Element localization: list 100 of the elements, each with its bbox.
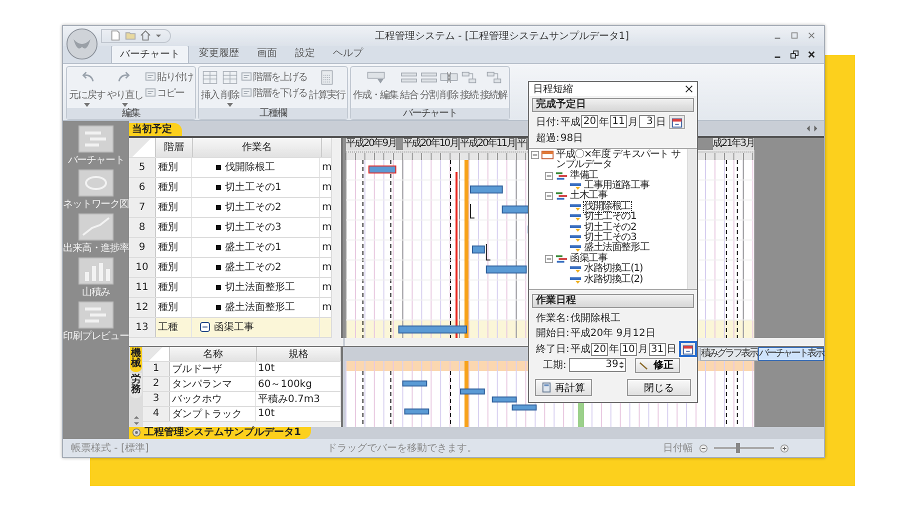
ribbon-button[interactable]: 削除 [220,68,240,107]
task-bar[interactable] [368,165,396,174]
task-bar[interactable] [398,325,467,334]
vertical-scrollbar[interactable] [687,148,697,289]
ribbon-button[interactable]: コピー [144,86,194,100]
year-field[interactable]: 20 [591,342,608,356]
zoom-in-icon[interactable] [780,444,789,453]
task-row[interactable]: 6 種別 切土工その1 m [129,178,331,198]
collapse-icon[interactable] [545,254,553,263]
side-tab[interactable]: 労務 [130,372,142,398]
year-field[interactable]: 20 [581,115,598,128]
ribbon-button[interactable]: 挿入 [200,68,220,107]
day-field[interactable]: 3 [638,115,655,128]
collapse-icon[interactable] [531,150,539,159]
tree-item[interactable]: 水路切換工(2) [584,274,643,285]
slider-thumb[interactable] [736,443,740,454]
recalculate-button[interactable]: 再計算 [535,379,592,396]
close-button[interactable]: 閉じる [627,379,691,396]
app-orb-icon[interactable] [66,28,98,60]
row-number: 3 [143,392,170,406]
ribbon-button[interactable]: 分割 [419,68,439,107]
column-header[interactable]: 規格 [257,346,341,361]
ribbon-button[interactable]: 階層を上げる [240,70,308,84]
day-field[interactable]: 31 [648,342,666,356]
document-tab[interactable]: 工程管理システムサンプルデータ1 [129,426,311,439]
table-cell: m [322,262,332,273]
sheet-tab[interactable]: 当初予定 [129,122,182,136]
task-row[interactable]: 13 工種 函渠工事 [129,318,331,338]
table-cell: タンパランマ [170,376,256,391]
month-field[interactable]: 10 [620,342,637,356]
home-icon[interactable] [140,30,151,42]
up-down-arrows-icon[interactable] [132,414,140,427]
calendar-button[interactable] [668,114,685,129]
close-icon[interactable] [685,85,693,93]
table-cell: m [322,222,332,233]
table-cell: ダンプトラック [170,406,256,421]
tree-item[interactable]: 平成〇×年度 デキスパート サンプルデータ [556,150,687,171]
ribbon-button[interactable]: やり直し [106,68,144,107]
square-bullet-icon [216,284,221,290]
ribbon-button[interactable]: 貼り付け [144,70,194,84]
new-file-icon[interactable] [110,30,121,42]
scroll-arrows-icon[interactable] [806,125,818,132]
task-row[interactable]: 12 種別 盛土法面整形工 m [129,298,331,318]
month-field[interactable]: 11 [610,115,627,128]
task-bar[interactable] [486,265,527,274]
task-bar-icon [569,212,582,222]
tree-item[interactable]: 水路切換工(1) [584,264,643,275]
window-title: 工程管理システム - [工程管理システムサンプルデータ1] [374,30,630,43]
task-row[interactable]: 11 種別 切土法面整形工 m [129,278,331,298]
collapse-icon[interactable] [545,172,553,180]
tree-item[interactable]: 土木工事 [570,191,608,202]
horizontal-scrollbar[interactable] [143,422,341,427]
fix-button[interactable]: 修正 [635,358,680,373]
table-cell-text: 切土工その1 [225,180,282,194]
table-cell: 種別 [156,198,192,217]
task-row[interactable]: 8 種別 切土工その3 m [129,218,331,238]
dropdown-icon[interactable] [155,32,162,40]
close-icon[interactable] [807,50,816,59]
task-row[interactable]: 9 種別 盛土工その1 m [129,238,331,258]
table-cell: 種別 [156,298,192,317]
collapse-icon[interactable] [200,322,210,332]
menu-tab[interactable]: 画面 [249,44,285,63]
task-row[interactable]: 10 種別 盛土工その2 m [129,258,331,278]
zoom-out-icon[interactable] [699,444,708,453]
task-row[interactable]: 7 種別 切土工その2 m [129,198,331,218]
menu-tab[interactable]: ヘルプ [325,44,371,63]
view-toggle-button[interactable]: 積みグラフ表示 [700,346,758,361]
table-cell: 種別 [156,238,192,257]
column-header[interactable]: 階層 [156,138,193,157]
spinner-icon[interactable] [619,360,624,370]
side-tab[interactable]: 機械 [130,346,142,372]
restore-icon[interactable] [790,50,799,59]
tree-item[interactable]: 函渠工事 [570,254,608,264]
tree-item[interactable]: 切土工その1 [584,212,636,223]
column-header[interactable]: 作業名 [193,138,322,157]
menu-tab[interactable]: 変更履歴 [191,44,247,63]
ribbon-button[interactable]: 削除 [439,68,459,107]
ribbon-button[interactable]: 結合 [399,68,419,107]
view-toggle-button[interactable]: バーチャート表示 [758,346,824,361]
ribbon-button[interactable]: 作成・編集 [352,68,399,107]
ribbon-button[interactable]: 元に戻す [68,68,106,107]
menu-tab[interactable]: 設定 [287,44,323,63]
duration-field[interactable]: 39 [569,358,626,372]
task-bar[interactable] [470,185,503,194]
ribbon-button[interactable]: 接続 [459,68,479,107]
ribbon-button[interactable]: 計算実行 [308,68,346,107]
vertical-scrollbar[interactable] [331,138,341,338]
unit-label: 年 [599,116,610,129]
calendar-button[interactable] [680,342,696,356]
ribbon-button[interactable]: 接続解 [479,68,508,107]
tree-item[interactable]: 準備工 [570,170,598,181]
tree-item[interactable]: 切土工その2 [584,222,636,233]
task-bar[interactable] [502,205,529,214]
task-row[interactable]: 5 種別 伐開除根工 m [129,158,331,178]
column-header[interactable]: 名称 [170,346,257,361]
maximize-icon[interactable] [790,31,799,40]
collapse-icon[interactable] [545,192,553,200]
task-bar[interactable] [472,245,485,254]
tree-item[interactable]: 盛土法面整形工 [584,243,650,254]
ribbon-button[interactable]: 階層を下げる [240,86,308,100]
